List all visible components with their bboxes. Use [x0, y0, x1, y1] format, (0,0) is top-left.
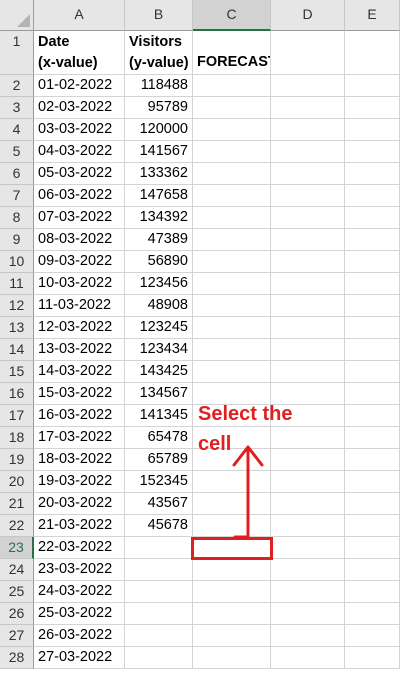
annotation-arrow: [232, 445, 264, 539]
